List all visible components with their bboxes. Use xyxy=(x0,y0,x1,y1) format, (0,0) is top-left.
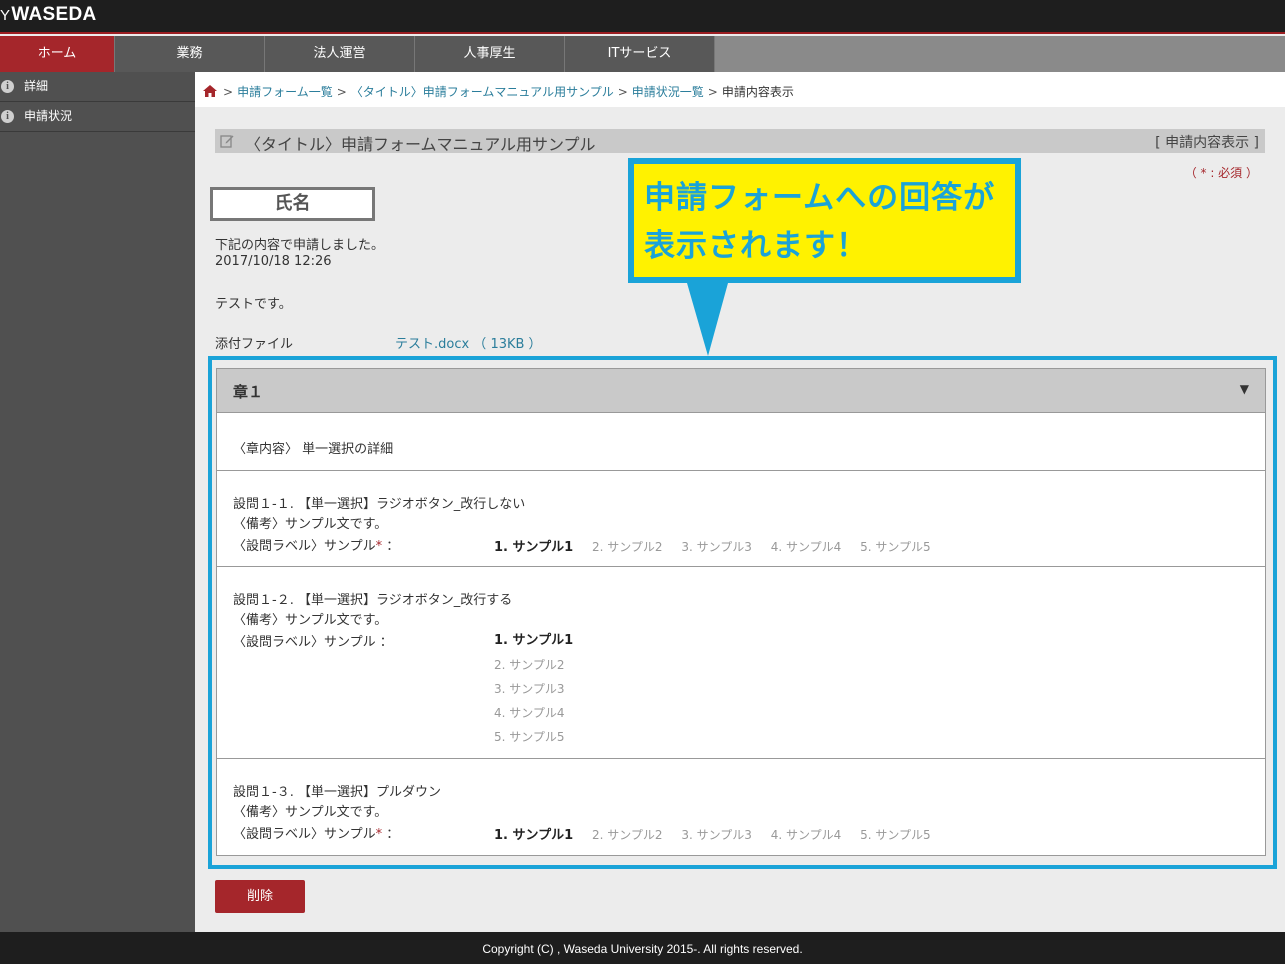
sidebar: i 詳細 i 申請状況 xyxy=(0,72,195,932)
nav-tab-corporate[interactable]: 法人運営 xyxy=(265,36,415,72)
answer-options: 1. サンプル1 2. サンプル2 3. サンプル3 4. サンプル4 5. サ… xyxy=(494,824,946,843)
chapter-title: 章１ xyxy=(233,383,264,401)
breadcrumb-link[interactable]: 申請状況一覧 xyxy=(632,85,704,99)
answer-option: 5. サンプル5 xyxy=(860,828,931,842)
question-label: 〈設問ラベル〉サンプル ： xyxy=(233,635,393,650)
nav-tab-home[interactable]: ホーム xyxy=(0,36,115,72)
waseda-logo[interactable]: YWASEDA xyxy=(0,4,97,26)
question-block: 設問１-１. 【単一選択】ラジオボタン_改行しない 〈備考〉サンプル文です。 〈… xyxy=(217,471,1265,567)
info-icon: i xyxy=(1,110,14,123)
breadcrumb-current: 申請内容表示 xyxy=(721,85,794,99)
answer-option: 4. サンプル4 xyxy=(494,706,565,720)
required-mark: * xyxy=(375,827,383,842)
chapter-header[interactable]: 章１ ▼ xyxy=(217,369,1265,413)
view-mode-label: [ 申請内容表示 ] xyxy=(1155,135,1259,151)
answer-option: 4. サンプル4 xyxy=(770,828,842,842)
answer-option: 4. サンプル4 xyxy=(770,540,842,554)
question-note: 〈備考〉サンプル文です。 xyxy=(233,805,388,820)
breadcrumb-link[interactable]: 〈タイトル〉申請フォームマニュアル用サンプル xyxy=(351,85,614,99)
answer-option: 3. サンプル3 xyxy=(494,682,565,696)
delete-button[interactable]: 削除 xyxy=(215,880,305,913)
sidebar-item-label: 詳細 xyxy=(24,79,49,93)
answer-option: 5. サンプル5 xyxy=(860,540,931,554)
submission-body: テストです。 xyxy=(215,297,292,312)
top-bar: YWASEDA xyxy=(0,0,1285,34)
question-note: 〈備考〉サンプル文です。 xyxy=(233,517,388,532)
breadcrumb-link[interactable]: 申請フォーム一覧 xyxy=(237,85,333,99)
question-label: 〈設問ラベル〉サンプル* ： xyxy=(233,539,400,554)
page-title: 〈タイトル〉申請フォームマニュアル用サンプル xyxy=(245,135,596,154)
answer-options: 1. サンプル1 2. サンプル2 3. サンプル3 4. サンプル4 5. サ… xyxy=(494,629,573,749)
main-nav: ホーム 業務 法人運営 人事厚生 ITサービス xyxy=(0,36,1285,72)
answer-option: 2. サンプル2 xyxy=(494,658,565,672)
question-block: 設問１-２. 【単一選択】ラジオボタン_改行する 〈備考〉サンプル文です。 〈設… xyxy=(217,567,1265,759)
breadcrumb: > 申請フォーム一覧 > 〈タイトル〉申請フォームマニュアル用サンプル > 申請状況一覧 >… xyxy=(203,83,794,100)
answer-option-selected: 1. サンプル1 xyxy=(494,540,574,555)
sidebar-item-details[interactable]: i 詳細 xyxy=(0,72,195,102)
question-title: 設問１-２. 【単一選択】ラジオボタン_改行する xyxy=(233,593,513,608)
submission-message: 下記の内容で申請しました。 xyxy=(215,238,385,253)
nav-tab-business[interactable]: 業務 xyxy=(115,36,265,72)
question-title: 設問１-３. 【単一選択】プルダウン xyxy=(233,785,441,800)
answer-option: 3. サンプル3 xyxy=(681,828,752,842)
question-block: 設問１-３. 【単一選択】プルダウン 〈備考〉サンプル文です。 〈設問ラベル〉サ… xyxy=(217,759,1265,856)
answer-option: 2. サンプル2 xyxy=(592,828,663,842)
edit-icon xyxy=(220,135,234,148)
answer-options: 1. サンプル1 2. サンプル2 3. サンプル3 4. サンプル4 5. サ… xyxy=(494,536,946,555)
answer-option: 5. サンプル5 xyxy=(494,730,565,744)
footer-copyright: Copyright (C) , Waseda University 2015-.… xyxy=(0,932,1285,964)
question-label: 〈設問ラベル〉サンプル* ： xyxy=(233,827,400,842)
breadcrumb-bar: > 申請フォーム一覧 > 〈タイトル〉申請フォームマニュアル用サンプル > 申請状況一覧 >… xyxy=(195,72,1285,107)
question-title: 設問１-１. 【単一選択】ラジオボタン_改行しない xyxy=(233,497,526,512)
info-icon: i xyxy=(1,80,14,93)
question-note: 〈備考〉サンプル文です。 xyxy=(233,613,388,628)
callout-text: 申請フォームへの回答が 表示されます！ xyxy=(644,180,996,264)
attachment-link[interactable]: テスト.docx （ 13KB ） xyxy=(395,333,542,352)
nav-tab-it-services[interactable]: ITサービス xyxy=(565,36,715,72)
answer-option: 2. サンプル2 xyxy=(592,540,663,554)
chapter-description: 〈章内容〉 単一選択の詳細 xyxy=(217,413,1265,471)
answer-option-selected: 1. サンプル1 xyxy=(494,633,574,648)
submission-date: 2017/10/18 12:26 xyxy=(215,254,332,269)
home-icon[interactable] xyxy=(203,85,217,97)
annotation-callout: 申請フォームへの回答が 表示されます！ xyxy=(628,158,1021,283)
required-note: （ * : 必須 ） xyxy=(1184,166,1258,180)
page-title-bar: 〈タイトル〉申請フォームマニュアル用サンプル [ 申請内容表示 ] xyxy=(215,129,1265,154)
answer-option-selected: 1. サンプル1 xyxy=(494,828,574,843)
nav-tab-hr[interactable]: 人事厚生 xyxy=(415,36,565,72)
required-mark: * xyxy=(375,539,383,554)
collapse-toggle-icon[interactable]: ▼ xyxy=(1240,382,1249,396)
applicant-name-box: 氏名 xyxy=(210,187,375,221)
sidebar-item-status[interactable]: i 申請状況 xyxy=(0,102,195,132)
sidebar-item-label: 申請状況 xyxy=(24,109,73,123)
answer-option: 3. サンプル3 xyxy=(681,540,752,554)
main-content: > 申請フォーム一覧 > 〈タイトル〉申請フォームマニュアル用サンプル > 申請状況一覧 >… xyxy=(195,72,1285,932)
chapter-panel: 章１ ▼ 〈章内容〉 単一選択の詳細 設問１-１. 【単一選択】ラジオボタン_改… xyxy=(216,368,1266,856)
attachment-label: 添付ファイル xyxy=(215,337,294,352)
